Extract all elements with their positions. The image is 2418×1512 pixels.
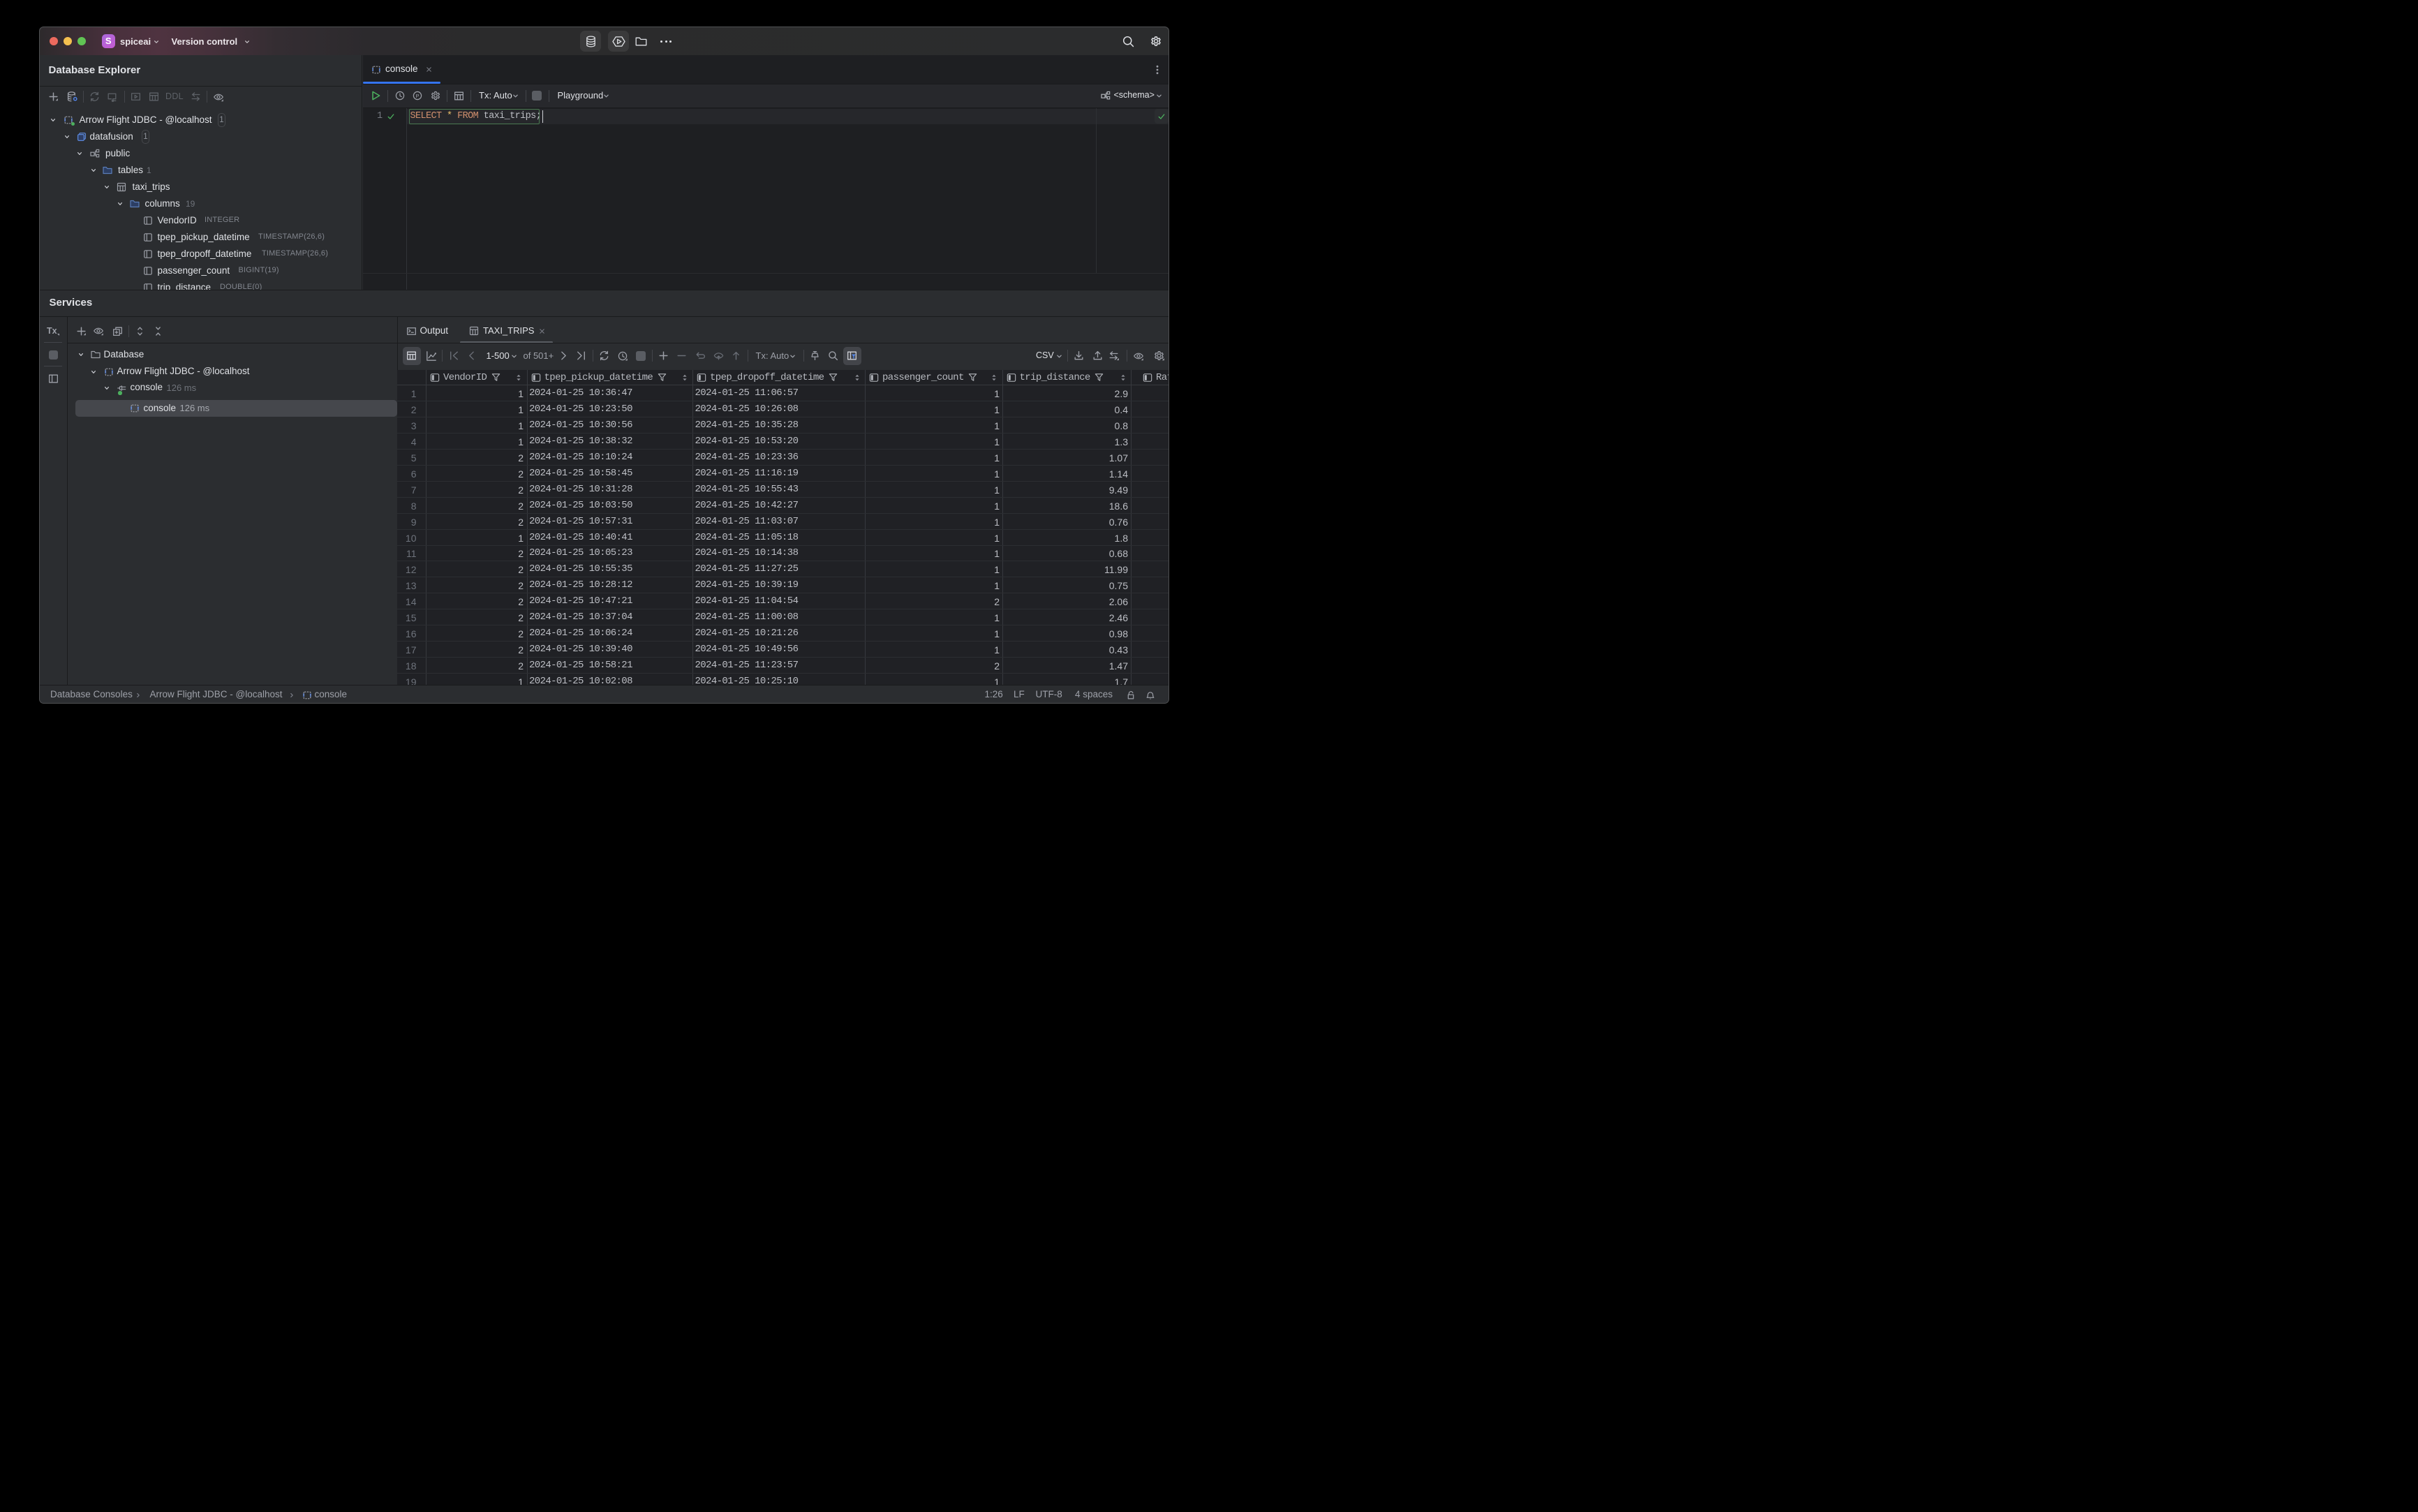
svg-text:P: P <box>415 93 419 99</box>
